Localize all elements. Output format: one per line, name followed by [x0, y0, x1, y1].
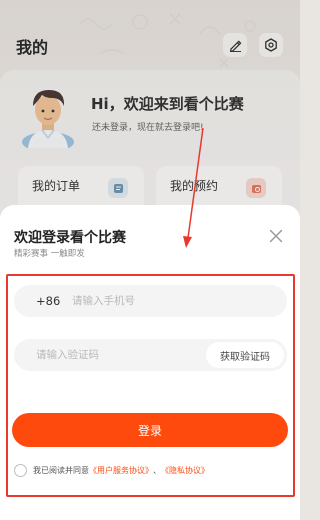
login-sheet-title: 欢迎登录看个比赛: [14, 230, 126, 246]
agreement-checkbox[interactable]: [14, 463, 27, 477]
phone-field[interactable]: +86: [14, 285, 287, 317]
agreement-prefix: 我已阅读并同意: [33, 465, 89, 475]
login-sheet-subtitle: 精彩赛事 一触即发: [14, 249, 85, 259]
login-button[interactable]: 登录: [12, 413, 288, 447]
country-code-prefix[interactable]: +86: [36, 285, 60, 317]
user-agreement-link[interactable]: 《用户服务协议》: [89, 465, 153, 476]
verification-code-field[interactable]: 获取验证码: [14, 339, 287, 371]
agreement-separator: 、: [153, 465, 161, 475]
agreement-row: 我已阅读并同意 《用户服务协议》 、 《隐私协议》: [14, 463, 209, 477]
close-icon[interactable]: [266, 226, 286, 246]
login-bottom-sheet: 欢迎登录看个比赛 精彩赛事 一触即发 +86 获取验证码 登录 我已阅读并同意 …: [0, 205, 300, 520]
get-code-button[interactable]: 获取验证码: [206, 342, 284, 368]
privacy-policy-link[interactable]: 《隐私协议》: [161, 465, 209, 476]
phone-input[interactable]: [72, 285, 272, 317]
verification-code-input[interactable]: [36, 339, 196, 371]
